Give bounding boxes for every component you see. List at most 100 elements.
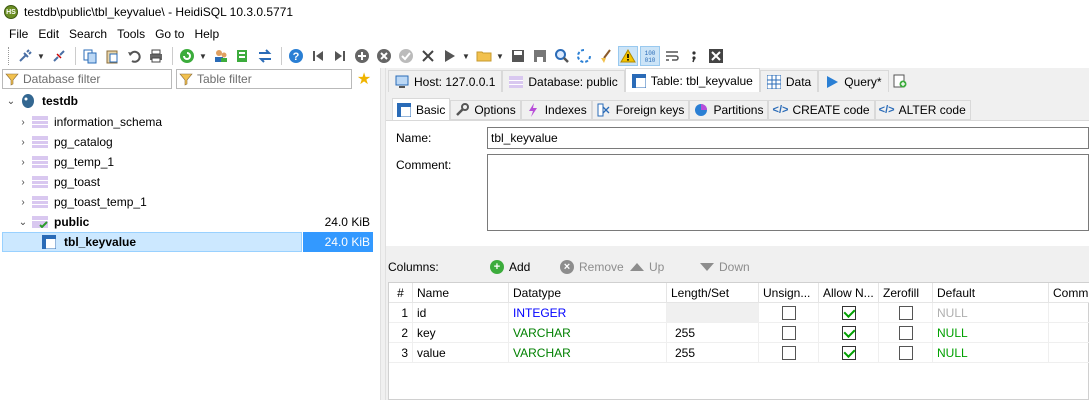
datatype-cell[interactable]: VARCHAR (509, 323, 667, 343)
tab-query[interactable]: Query* (818, 70, 889, 92)
tree-node-pg-toast[interactable]: › pg_toast (0, 172, 374, 192)
menu-search[interactable]: Search (64, 27, 112, 41)
unsigned-checkbox[interactable] (781, 345, 796, 360)
tree-node-pg-toast-temp-1[interactable]: › pg_toast_temp_1 (0, 192, 374, 212)
menu-help[interactable]: Help (189, 27, 224, 41)
table-row[interactable]: 1 id INTEGER NULL (389, 303, 1089, 323)
first-record-icon[interactable] (308, 46, 328, 66)
tab-indexes[interactable]: Indexes (520, 100, 592, 120)
tab-basic[interactable]: Basic (392, 98, 451, 120)
table-name-field[interactable]: tbl_keyvalue (487, 127, 1089, 149)
column-header-datatype[interactable]: Datatype (509, 283, 667, 303)
column-name-cell[interactable]: value (413, 343, 509, 363)
menu-tools[interactable]: Tools (112, 27, 150, 41)
tree-node-testdb[interactable]: ⌄ testdb (0, 91, 374, 111)
save-icon[interactable] (508, 46, 528, 66)
chevron-down-icon[interactable]: ▼ (199, 52, 207, 61)
datatype-cell[interactable]: INTEGER (509, 303, 667, 323)
binary-icon[interactable]: 100 010 (640, 46, 660, 66)
comment-cell[interactable] (1049, 303, 1089, 323)
tree-node-tbl-keyvalue[interactable]: tbl_keyvalue 24.0 KiB (0, 232, 374, 252)
favorites-star-icon[interactable]: ★ (354, 69, 374, 89)
chevron-right-icon[interactable]: › (18, 117, 28, 128)
paste-icon[interactable] (102, 46, 122, 66)
tab-alter-code[interactable]: </> ALTER code (874, 100, 971, 120)
length-cell[interactable]: 255 (667, 323, 759, 343)
default-cell[interactable]: NULL (933, 303, 1049, 323)
tree-node-public[interactable]: ⌄ public 24.0 KiB (0, 212, 374, 232)
menu-goto[interactable]: Go to (150, 27, 189, 41)
unsigned-checkbox[interactable] (781, 325, 796, 340)
tab-options[interactable]: Options (450, 100, 521, 120)
open-folder-icon[interactable] (474, 46, 494, 66)
insert-record-icon[interactable] (352, 46, 372, 66)
reformat-icon[interactable] (596, 46, 616, 66)
tab-create-code[interactable]: </> CREATE code (768, 100, 875, 120)
tree-node-pg-catalog[interactable]: › pg_catalog (0, 132, 374, 152)
length-cell[interactable] (667, 303, 759, 323)
unsigned-checkbox[interactable] (781, 305, 796, 320)
table-row[interactable]: 2 key VARCHAR 255 NULL (389, 323, 1089, 343)
allow-null-checkbox[interactable] (841, 325, 856, 340)
chevron-right-icon[interactable]: › (18, 177, 28, 188)
column-header-num[interactable]: # (389, 283, 413, 303)
toolbar-grip[interactable] (8, 47, 11, 65)
move-up-button[interactable]: Up (630, 252, 664, 282)
chevron-down-icon[interactable]: ⌄ (6, 96, 16, 107)
export-icon[interactable] (233, 46, 253, 66)
chevron-down-icon[interactable]: ▼ (37, 52, 45, 61)
tree-node-pg-temp-1[interactable]: › pg_temp_1 (0, 152, 374, 172)
datatype-cell[interactable]: VARCHAR (509, 343, 667, 363)
column-header-comment[interactable]: Comm (1049, 283, 1089, 303)
tab-database[interactable]: Database: public (502, 70, 625, 92)
table-row[interactable]: 3 value VARCHAR 255 NULL (389, 343, 1089, 363)
zerofill-checkbox[interactable] (898, 345, 913, 360)
save-snippet-icon[interactable] (530, 46, 550, 66)
close-tab-icon[interactable] (706, 46, 726, 66)
run-query-icon[interactable] (440, 46, 460, 66)
chevron-right-icon[interactable]: › (18, 157, 28, 168)
column-header-unsigned[interactable]: Unsign... (759, 283, 819, 303)
semicolon-icon[interactable] (684, 46, 704, 66)
column-header-default[interactable]: Default (933, 283, 1049, 303)
tab-data[interactable]: Data (759, 70, 819, 92)
zerofill-checkbox[interactable] (898, 325, 913, 340)
last-record-icon[interactable] (330, 46, 350, 66)
tab-table[interactable]: Table: tbl_keyvalue (624, 68, 760, 92)
comment-cell[interactable] (1049, 343, 1089, 363)
cancel-icon[interactable] (418, 46, 438, 66)
wrap-icon[interactable] (662, 46, 682, 66)
column-name-cell[interactable]: key (413, 323, 509, 343)
remove-column-button[interactable]: × Remove (560, 252, 624, 282)
table-comment-field[interactable] (487, 154, 1089, 231)
help-icon[interactable]: ? (286, 46, 306, 66)
column-name-cell[interactable]: id (413, 303, 509, 323)
tab-foreign-keys[interactable]: Foreign keys (591, 100, 690, 120)
menu-file[interactable]: File (4, 27, 33, 41)
column-header-zerofill[interactable]: Zerofill (879, 283, 933, 303)
database-filter-input[interactable]: Database filter (2, 69, 172, 89)
tab-host[interactable]: Host: 127.0.0.1 (388, 70, 503, 92)
replace-icon[interactable] (574, 46, 594, 66)
column-header-name[interactable]: Name (413, 283, 509, 303)
chevron-down-icon[interactable]: ▼ (496, 52, 504, 61)
zerofill-checkbox[interactable] (898, 305, 913, 320)
new-query-tab-button[interactable] (889, 70, 911, 92)
allow-null-checkbox[interactable] (841, 345, 856, 360)
add-column-button[interactable]: + Add (490, 252, 530, 282)
connect-icon[interactable] (15, 46, 35, 66)
search-icon[interactable] (552, 46, 572, 66)
menu-edit[interactable]: Edit (33, 27, 64, 41)
warning-icon[interactable] (618, 46, 638, 66)
move-down-button[interactable]: Down (700, 252, 750, 282)
table-filter-input[interactable]: Table filter (176, 69, 352, 89)
chevron-right-icon[interactable]: › (18, 137, 28, 148)
post-record-icon[interactable] (396, 46, 416, 66)
copy-icon[interactable] (80, 46, 100, 66)
user-manager-icon[interactable] (211, 46, 231, 66)
tree-node-information-schema[interactable]: › information_schema (0, 112, 374, 132)
chevron-down-icon[interactable]: ▼ (462, 52, 470, 61)
refresh-icon[interactable] (177, 46, 197, 66)
print-icon[interactable] (146, 46, 166, 66)
default-cell[interactable]: NULL (933, 343, 1049, 363)
